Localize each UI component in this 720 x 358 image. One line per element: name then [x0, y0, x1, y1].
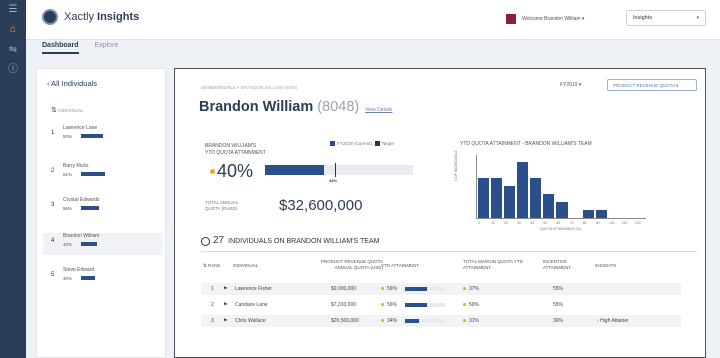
chart-bar	[530, 178, 542, 218]
col-rank[interactable]: ⇅ RANK	[203, 263, 221, 269]
team-header: 27 INDIVIDUALS ON BRANDON WILLIAM'S TEAM	[201, 235, 379, 246]
chart-tick-label: 50	[543, 221, 548, 225]
xactly-logo-icon	[42, 9, 58, 25]
table-row[interactable]: 2 ⚑ Candace Lane $7,310,000 56% 50% 55%	[201, 299, 681, 311]
ytd-bar	[405, 287, 428, 291]
attainment-bar	[81, 206, 99, 210]
quota-select[interactable]: PRODUCT REVENUE QUOTA ▾	[607, 79, 697, 91]
fiscal-year-select[interactable]: FY2019 ▾	[560, 82, 581, 88]
divider	[201, 251, 697, 252]
attainment-legend: FY2019 (Current) Target	[330, 141, 394, 147]
chart-tick-label: 0	[478, 221, 480, 225]
chart-bar	[543, 194, 555, 218]
app-title: Xactly Insights	[64, 11, 140, 23]
sort-icon: ⇅	[51, 107, 57, 114]
user-menu[interactable]: Welcome Brandon William ▾	[506, 12, 584, 28]
attainment-bar	[81, 242, 97, 246]
insight-link[interactable]: › High Attainer	[597, 318, 629, 324]
team-attainment-chart: YTD QUOTA ATTAINMENT - BRANDON WILLIAM'S…	[454, 141, 660, 231]
person-icon	[201, 236, 210, 246]
table-row[interactable]: 1 ⚑ Lawrence Fisher $9,000,000 56% 37% 55%	[201, 283, 681, 295]
chart-bar	[582, 210, 594, 218]
chart-bar	[504, 186, 516, 218]
attainment-bar	[81, 276, 95, 280]
product-select[interactable]: ▾ Insights	[626, 10, 706, 26]
chart-tick-label: 110	[621, 221, 628, 225]
col-individual[interactable]: INDIVIDUAL	[233, 263, 258, 269]
table-row[interactable]: 3 ⚑ Chris Wallace $20,500,000 34% 31% 30% …	[201, 315, 681, 327]
chart-tick-label: 70	[569, 221, 574, 225]
home-icon[interactable]: ⌂	[0, 20, 26, 40]
col-insights[interactable]: INSIGHTS	[595, 263, 616, 269]
chart-tick-label: 30	[517, 221, 522, 225]
col-margin[interactable]: TOTAL MARGIN QUOTA YTD ATTAINMENT	[463, 259, 535, 271]
attainment-bar	[265, 163, 413, 177]
list-item[interactable]: 1 Lawrence Lane 50%	[51, 125, 163, 151]
left-rail: ☰ ⌂ ⇋ ⓘ	[0, 0, 26, 358]
chart-tick-label: 90	[595, 221, 600, 225]
chart-tick-label: 10	[491, 221, 495, 225]
attainment-bar	[81, 172, 105, 176]
chart-bar	[517, 162, 529, 218]
attainment-percent: 40%	[217, 161, 254, 181]
col-ytd[interactable]: YTD ATTAINMENT	[381, 263, 419, 269]
list-item[interactable]: 5 Steve Edward 30%	[51, 267, 163, 293]
ytd-bar	[405, 319, 419, 323]
breadcrumb: All INDIVIDUALS > BRANDON WILLIAM (8048)	[201, 85, 298, 90]
view-details-link[interactable]: View Details	[365, 107, 392, 113]
menu-icon[interactable]: ☰	[0, 0, 26, 20]
chart-tick-label: 120	[634, 221, 641, 225]
avatar	[506, 13, 516, 24]
chart-tick-label: 80	[582, 221, 587, 225]
chart-tick-label: 20	[504, 221, 509, 225]
nav-tabs: Dashboard Explore	[42, 42, 132, 56]
column-header[interactable]: ⇅ INDIVIDUAL	[51, 106, 84, 114]
chevron-down-icon: ▾	[696, 15, 699, 21]
individual-detail: All INDIVIDUALS > BRANDON WILLIAM (8048)…	[174, 68, 706, 358]
chart-tick-label: 100	[608, 221, 615, 225]
chart-bar	[595, 210, 607, 218]
tab-dashboard[interactable]: Dashboard	[42, 42, 79, 54]
list-item[interactable]: 3 Crystal Edwards 56%	[51, 197, 163, 223]
chart-tick-label: 60	[556, 221, 561, 225]
chart-title: YTD QUOTA ATTAINMENT - BRANDON WILLIAM'S…	[460, 141, 592, 147]
individuals-panel: ‹ All Individuals ⇅ INDIVIDUAL 1 Lawrence…	[36, 68, 166, 358]
page-title: Brandon William (8048)	[199, 99, 360, 115]
total-quota-value: $32,600,000	[279, 197, 363, 214]
attainment-title: BRANDON WILLIAM'S YTD QUOTA ATTAINMENT	[205, 143, 266, 156]
flag-icon: ⚑	[223, 302, 228, 308]
col-quota[interactable]: PRODUCT REVENUE QUOTA ANNUAL QUOTA (USD)	[303, 259, 383, 271]
tab-explore[interactable]: Explore	[95, 42, 119, 52]
total-quota-label: TOTAL ANNUAL QUOTA (RUSD)	[205, 200, 239, 211]
filter-icon[interactable]: ⇋	[0, 40, 26, 60]
top-bar: Xactly Insights Dashboard Explore Welcom…	[26, 0, 720, 54]
chart-ylabel: # OF INDIVIDUALS	[454, 150, 458, 181]
info-icon[interactable]: ⓘ	[0, 60, 26, 80]
chart-bar	[478, 178, 490, 218]
list-item[interactable]: 2 Barry Ricks 51%	[51, 163, 163, 189]
back-link[interactable]: ‹ All Individuals	[47, 79, 97, 88]
chart-bar	[556, 202, 568, 218]
chart-xlabel: QUOTA ATTAINMENT (%)	[540, 227, 581, 231]
attainment-bar	[81, 134, 103, 138]
col-incentive[interactable]: INCENTIVE ATTAINMENT	[543, 259, 583, 271]
flag-icon: ⚑	[223, 318, 228, 324]
chart-tick-label: 40	[530, 221, 535, 225]
list-item-selected[interactable]: 4 Brandon William 40%	[43, 233, 163, 255]
ytd-bar	[405, 303, 428, 307]
chart-bar	[491, 178, 503, 218]
chart-plot	[476, 155, 646, 219]
flag-icon: ⚑	[223, 286, 228, 292]
attainment-bar-label: 44%	[329, 178, 338, 183]
